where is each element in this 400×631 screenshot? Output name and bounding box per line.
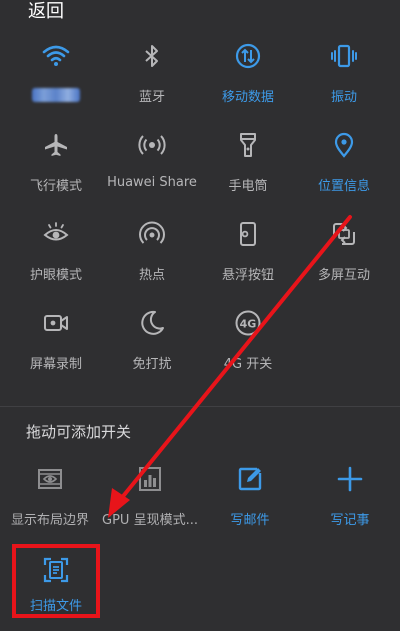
quick-toggles-grid: 蓝牙 移动数据 振动 飞行模式 Huawei Share 手电筒 位置信息 护眼… — [8, 32, 392, 388]
add-note-icon — [330, 459, 370, 499]
toggle-label: 手电筒 — [228, 179, 268, 194]
toggle-label: 多屏互动 — [317, 268, 370, 283]
toggle-mobile-data[interactable]: 移动数据 — [200, 32, 296, 121]
gpu-render-icon — [130, 459, 170, 499]
toggle-label: 移动数据 — [221, 90, 274, 105]
huawei-share-icon — [132, 125, 172, 165]
section-divider — [0, 406, 400, 407]
toggle-label: 免打扰 — [132, 357, 172, 372]
drag-section-title: 拖动可添加开关 — [26, 423, 132, 441]
toggle-label: 护眼模式 — [29, 268, 82, 283]
toggle-label: 位置信息 — [317, 179, 370, 194]
bluetooth-icon — [132, 36, 172, 76]
toggle-label: 蓝牙 — [138, 90, 165, 105]
mobile-data-icon — [228, 36, 268, 76]
4g-icon: 4G — [228, 303, 268, 343]
compose-mail-icon — [230, 459, 270, 499]
toggle-hotspot[interactable]: 热点 — [104, 210, 200, 299]
location-icon — [324, 125, 364, 165]
toggle-floating-button[interactable]: 悬浮按钮 — [200, 210, 296, 299]
toggle-wifi[interactable] — [8, 32, 104, 121]
toggle-label: 热点 — [138, 268, 165, 283]
flashlight-icon — [228, 125, 268, 165]
toggle-label: Huawei Share — [107, 175, 197, 190]
back-button[interactable]: 返回 — [28, 0, 64, 23]
wifi-icon — [36, 36, 76, 76]
toggle-multi-screen[interactable]: 多屏互动 — [296, 210, 392, 299]
available-toggle-label: 写记事 — [330, 513, 370, 528]
toggle-4g[interactable]: 4G 4G 开关 — [200, 299, 296, 388]
toggle-flashlight[interactable]: 手电筒 — [200, 121, 296, 210]
toggle-huawei-share[interactable]: Huawei Share — [104, 121, 200, 210]
toggle-label: 振动 — [330, 90, 357, 105]
floating-button-icon — [228, 214, 268, 254]
layout-bounds-icon — [30, 459, 70, 499]
available-toggle-label: 写邮件 — [230, 513, 270, 528]
toggle-label: 4G 开关 — [223, 357, 273, 372]
toggle-do-not-disturb[interactable]: 免打扰 — [104, 299, 200, 388]
multi-screen-icon — [324, 214, 364, 254]
screen-record-icon — [36, 303, 76, 343]
scan-document-icon — [36, 550, 76, 589]
toggle-bluetooth[interactable]: 蓝牙 — [104, 32, 200, 121]
eye-comfort-icon — [36, 214, 76, 254]
scan-document-label: 扫描文件 — [29, 599, 82, 614]
scan-document-toggle[interactable]: 扫描文件 — [12, 544, 100, 618]
available-toggle-layout-bounds[interactable]: 显示布局边界 — [0, 455, 100, 528]
airplane-icon — [36, 125, 76, 165]
available-toggle-label: 显示布局边界 — [10, 513, 89, 528]
available-toggles-row: 显示布局边界 GPU 呈现模式... 写邮件 写记事 — [0, 455, 400, 528]
toggle-airplane[interactable]: 飞行模式 — [8, 121, 104, 210]
available-toggle-gpu-render[interactable]: GPU 呈现模式... — [100, 455, 200, 528]
available-toggle-label: GPU 呈现模式... — [102, 513, 198, 528]
do-not-disturb-icon — [132, 303, 172, 343]
available-toggle-add-note[interactable]: 写记事 — [300, 455, 400, 528]
toggle-vibrate[interactable]: 振动 — [296, 32, 392, 121]
toggle-label: 屏幕录制 — [29, 357, 82, 372]
vibrate-icon — [324, 36, 364, 76]
hotspot-icon — [132, 214, 172, 254]
svg-text:4G: 4G — [240, 318, 257, 331]
toggle-location[interactable]: 位置信息 — [296, 121, 392, 210]
available-toggle-compose-mail[interactable]: 写邮件 — [200, 455, 300, 528]
wifi-network-name — [32, 88, 80, 102]
toggle-label: 悬浮按钮 — [221, 268, 274, 283]
toggle-eye-comfort[interactable]: 护眼模式 — [8, 210, 104, 299]
toggle-screen-record[interactable]: 屏幕录制 — [8, 299, 104, 388]
toggle-label: 飞行模式 — [29, 179, 82, 194]
